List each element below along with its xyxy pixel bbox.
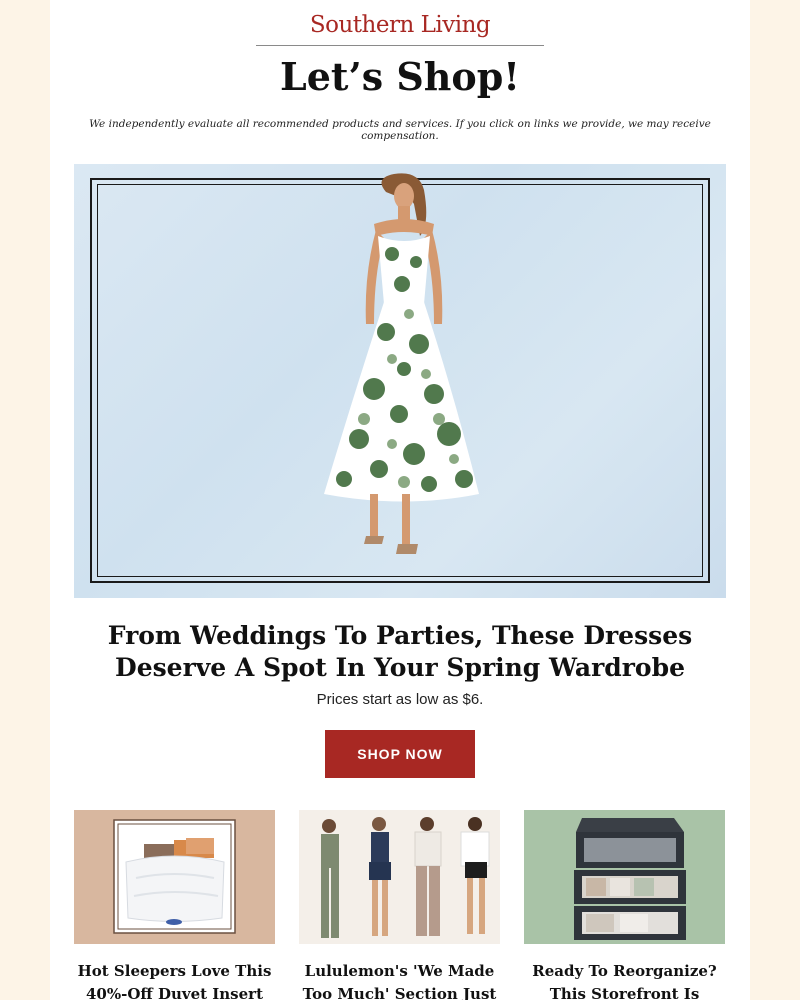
shop-now-button[interactable]: SHOP NOW — [325, 730, 475, 778]
floral-dress-illustration — [324, 173, 479, 554]
article-card-storage[interactable]: Ready To Reorganize? This Storefront Is … — [524, 810, 725, 1000]
feature-subtitle: Prices start as low as $6. — [316, 691, 484, 708]
feature-title[interactable]: From Weddings To Parties, These Dresses … — [90, 620, 710, 684]
page-headline: Let’s Shop! — [280, 54, 520, 99]
duvet-insert-image[interactable] — [74, 810, 275, 944]
card-title[interactable]: Ready To Reorganize? This Storefront Is … — [524, 960, 725, 1000]
header-divider — [256, 45, 544, 46]
affiliate-disclaimer: We independently evaluate all recommende… — [89, 118, 711, 142]
lululemon-outfits-image[interactable] — [299, 810, 500, 944]
card-title[interactable]: Lululemon's 'We Made Too Much' Section J… — [299, 960, 500, 1000]
storage-bins-illustration — [574, 818, 686, 940]
outfits-illustration — [321, 817, 490, 938]
article-card-duvet[interactable]: Hot Sleepers Love This 40%-Off Duvet Ins… — [74, 810, 275, 1000]
article-card-lululemon[interactable]: Lululemon's 'We Made Too Much' Section J… — [299, 810, 500, 1000]
brand-logo[interactable]: Southern Living — [50, 12, 750, 38]
hero-image-floral-dress[interactable] — [74, 164, 726, 598]
email-body: Southern Living Let’s Shop! We independe… — [50, 0, 750, 1000]
duvet-illustration — [113, 819, 236, 934]
card-title[interactable]: Hot Sleepers Love This 40%-Off Duvet Ins… — [74, 960, 275, 1000]
storage-bins-image[interactable] — [524, 810, 725, 944]
